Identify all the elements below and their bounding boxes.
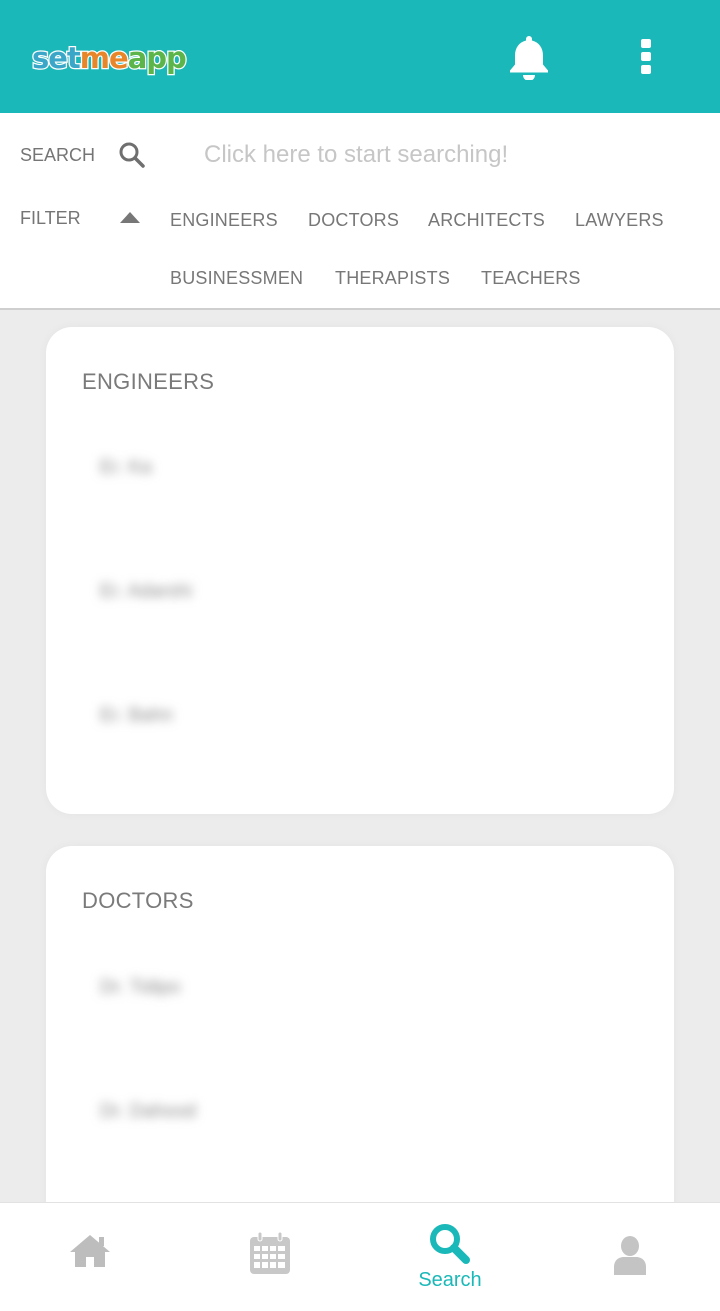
- calendar-icon: [250, 1231, 290, 1274]
- search-icon: [430, 1224, 470, 1264]
- filter-doctors[interactable]: DOCTORS: [308, 210, 399, 231]
- app-header: setmeapp: [0, 0, 720, 113]
- collapse-filter-icon[interactable]: [120, 212, 140, 223]
- nav-profile[interactable]: [540, 1203, 720, 1311]
- list-item[interactable]: Dr. Dahood: [100, 1101, 196, 1123]
- nav-calendar[interactable]: [180, 1203, 360, 1311]
- filter-teachers[interactable]: TEACHERS: [481, 268, 581, 289]
- filter-label: FILTER: [20, 208, 81, 228]
- list-item[interactable]: Dr. Tidipo: [100, 977, 180, 999]
- section-title: ENGINEERS: [82, 369, 215, 394]
- list-item[interactable]: Er. Bahn: [100, 705, 173, 727]
- filter-therapists[interactable]: THERAPISTS: [335, 268, 450, 289]
- search-input[interactable]: [196, 135, 676, 175]
- nav-search[interactable]: Search: [360, 1203, 540, 1311]
- search-panel: SEARCH FILTER ENGINEERS DOCTORS ARCHITEC…: [0, 113, 720, 310]
- logo-text-set: set: [31, 40, 82, 77]
- filter-engineers[interactable]: ENGINEERS: [170, 210, 278, 231]
- bottom-navigation: Search: [0, 1202, 720, 1311]
- section-title: DOCTORS: [82, 888, 194, 913]
- more-vertical-icon: [641, 39, 651, 74]
- nav-home[interactable]: [0, 1203, 180, 1311]
- list-item[interactable]: Er. Adarshi: [100, 581, 192, 603]
- profile-icon: [614, 1236, 646, 1275]
- search-icon[interactable]: [118, 141, 146, 169]
- home-icon: [70, 1235, 110, 1267]
- filter-architects[interactable]: ARCHITECTS: [428, 210, 545, 231]
- logo-text-app: app: [126, 40, 188, 77]
- bell-icon: [510, 36, 548, 80]
- logo-text-me: me: [79, 40, 130, 77]
- engineers-card: ENGINEERS Er. Ka Er. Adarshi Er. Bahn: [46, 327, 674, 814]
- list-item[interactable]: Er. Ka: [100, 457, 152, 479]
- search-label: SEARCH: [20, 145, 96, 165]
- app-logo[interactable]: setmeapp: [31, 38, 188, 78]
- filter-lawyers[interactable]: LAWYERS: [575, 210, 664, 231]
- nav-search-label: Search: [418, 1269, 482, 1291]
- notifications-button[interactable]: [505, 30, 553, 84]
- filter-businessmen[interactable]: BUSINESSMEN: [170, 268, 303, 289]
- overflow-menu-button[interactable]: [622, 30, 670, 84]
